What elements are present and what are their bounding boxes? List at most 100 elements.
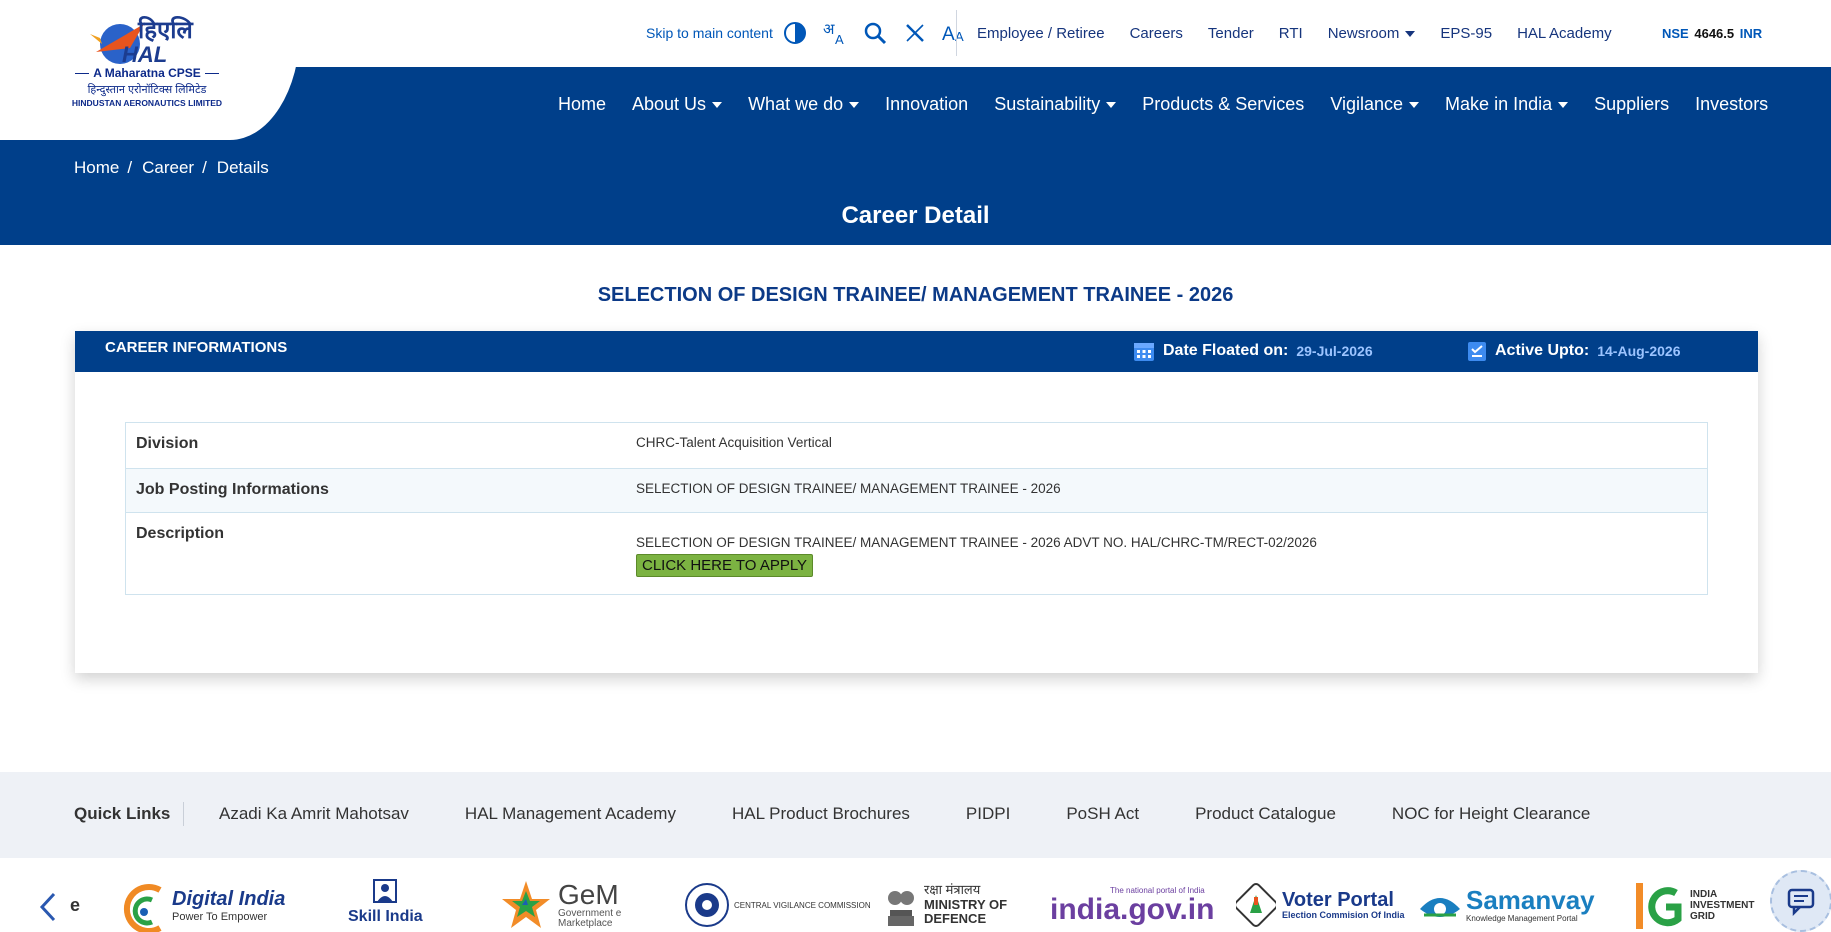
skill-india-emblem-icon — [373, 879, 398, 903]
cvc-logo[interactable]: CENTRAL VIGILANCE COMMISSION — [684, 878, 871, 932]
stock-exchange: NSE — [1662, 25, 1689, 41]
mod-logo[interactable]: रक्षा मंत्रालय MINISTRY OF DEFENCE — [884, 878, 1024, 932]
chevron-down-icon — [712, 101, 723, 108]
iig-mark-icon — [1636, 883, 1682, 929]
search-icon[interactable] — [862, 20, 888, 46]
quick-links-list: Azadi Ka Amrit Mahotsav HAL Management A… — [219, 804, 1590, 824]
main-navigation: Home About Us What we do Innovation Sust… — [558, 90, 1768, 118]
mod-name: MINISTRY OF DEFENCE — [924, 896, 1008, 927]
nav-what-we-do[interactable]: What we do — [748, 93, 860, 115]
job-posting-label: Job Posting Informations — [136, 481, 329, 498]
digital-india-logo[interactable]: Digital India Power To Empower — [120, 878, 285, 932]
gem-name: GeM — [558, 879, 619, 910]
samanvay-eye-icon — [1420, 898, 1460, 917]
table-row: Division CHRC-Talent Acquisition Vertica… — [126, 423, 1707, 468]
samanvay-text: Samanvay Knowledge Management Portal — [1466, 886, 1595, 923]
svg-text:A: A — [835, 32, 844, 46]
digital-india-name: Digital India — [172, 887, 286, 910]
nav-investors[interactable]: Investors — [1695, 94, 1768, 115]
nav-innovation[interactable]: Innovation — [885, 94, 968, 115]
quick-links-label: Quick Links — [74, 804, 171, 823]
active-upto-value: 14-Aug-2026 — [1597, 343, 1681, 359]
date-floated: Date Floated on: 29-Jul-2026 — [1133, 340, 1373, 362]
x-twitter-icon[interactable] — [902, 20, 928, 46]
contrast-icon[interactable] — [782, 20, 808, 46]
mod-text: रक्षा मंत्रालय MINISTRY OF DEFENCE — [924, 881, 1024, 928]
cvc-emblem-icon — [685, 883, 729, 927]
chevron-down-icon — [1405, 30, 1416, 37]
quick-link-posh-act[interactable]: PoSH Act — [1066, 804, 1139, 824]
nav-suppliers[interactable]: Suppliers — [1594, 94, 1669, 115]
logo-tagline: A Maharatna CPSE — [70, 66, 224, 80]
skill-india-logo[interactable]: Skill India — [348, 878, 423, 932]
quick-link-product-catalogue[interactable]: Product Catalogue — [1195, 804, 1336, 824]
nav-products-services[interactable]: Products & Services — [1142, 94, 1304, 115]
nav-sustainability[interactable]: Sustainability — [994, 94, 1117, 115]
career-info-card: CAREER INFORMATIONS Date Floated on: 29-… — [75, 331, 1758, 673]
hal-logo[interactable]: हिएलि HAL A Maharatna CPSE हिन्दुस्तान ए… — [70, 14, 230, 110]
samanvay-sub: Knowledge Management Portal — [1466, 913, 1578, 923]
top-link-eps-95[interactable]: EPS-95 — [1440, 25, 1492, 42]
breadcrumb-career[interactable]: Career — [142, 158, 194, 178]
division-label: Division — [136, 435, 199, 452]
india-gov-logo[interactable]: The national portal of India india.gov.i… — [1050, 878, 1214, 932]
voter-sub: Election Commision Of India — [1282, 910, 1405, 921]
svg-text:A: A — [942, 24, 955, 45]
gem-logo[interactable]: GeM Government e Marketplace — [500, 878, 638, 932]
job-heading: SELECTION OF DESIGN TRAINEE/ MANAGEMENT … — [597, 284, 1234, 306]
india-investment-grid-logo[interactable]: INDIA INVESTMENT GRID — [1632, 878, 1760, 932]
quick-links-bar: Quick Links Azadi Ka Amrit Mahotsav HAL … — [0, 772, 1831, 858]
stock-currency: INR — [1739, 25, 1763, 41]
breadcrumb: Home / Career / Details — [74, 158, 269, 178]
top-link-rti[interactable]: RTI — [1279, 25, 1303, 42]
breadcrumb-separator: / — [127, 158, 133, 177]
breadcrumb-separator: / — [202, 158, 207, 177]
digital-india-text: Digital India Power To Empower — [172, 888, 285, 923]
nav-vigilance[interactable]: Vigilance — [1330, 93, 1420, 115]
breadcrumb-home[interactable]: Home — [74, 158, 119, 178]
nav-what-we-do-label: What we do — [748, 93, 844, 114]
voter-name: Voter Portal — [1282, 889, 1394, 912]
card-header: CAREER INFORMATIONS Date Floated on: 29-… — [75, 331, 1758, 372]
gem-text: GeM Government e Marketplace — [558, 881, 638, 929]
language-icon[interactable]: अA — [822, 20, 848, 46]
voter-text: Voter Portal Election Commision Of India — [1282, 889, 1405, 921]
logo-hindi-name: हिन्दुस्तान एरोनॉटिक्स लिमिटेड — [87, 84, 207, 96]
chevron-down-icon — [1106, 101, 1117, 108]
skip-to-content-link[interactable]: Skip to main content — [646, 18, 773, 48]
voter-portal-logo[interactable]: Voter Portal Election Commision Of India — [1236, 878, 1405, 932]
apply-button[interactable]: CLICK HERE TO APPLY — [636, 554, 814, 577]
chat-icon — [1787, 888, 1815, 916]
samanvay-logo[interactable]: Samanvay Knowledge Management Portal — [1418, 878, 1595, 932]
table-row: Job Posting Informations SELECTION OF DE… — [126, 468, 1707, 512]
quick-link-management-academy[interactable]: HAL Management Academy — [465, 804, 676, 824]
nav-home[interactable]: Home — [558, 94, 606, 115]
chevron-down-icon — [1558, 101, 1569, 108]
date-floated-label: Date Floated on: — [1163, 342, 1289, 359]
quick-link-product-brochures[interactable]: HAL Product Brochures — [732, 804, 910, 824]
quick-link-noc-height-clearance[interactable]: NOC for Height Clearance — [1392, 804, 1590, 824]
active-upto-label: Active Upto: — [1495, 342, 1590, 359]
partial-logo: e — [70, 878, 80, 932]
nav-vigilance-label: Vigilance — [1330, 93, 1404, 114]
chatbot-button[interactable] — [1770, 870, 1831, 932]
quick-link-azadi[interactable]: Azadi Ka Amrit Mahotsav — [219, 804, 409, 824]
svg-text:HAL: HAL — [122, 42, 167, 67]
top-link-tender[interactable]: Tender — [1208, 25, 1254, 42]
date-floated-value: 29-Jul-2026 — [1296, 343, 1373, 359]
nav-make-in-india-label: Make in India — [1445, 93, 1553, 114]
top-link-careers[interactable]: Careers — [1130, 25, 1183, 42]
top-link-employee-retiree[interactable]: Employee / Retiree — [977, 25, 1105, 42]
skill-india-name: Skill India — [348, 908, 423, 925]
chevron-left-icon[interactable] — [36, 892, 62, 922]
font-size-icon[interactable]: AA — [942, 20, 968, 46]
top-links: Employee / Retiree Careers Tender RTI Ne… — [977, 18, 1612, 48]
top-link-newsroom[interactable]: Newsroom — [1328, 25, 1416, 42]
top-link-hal-academy[interactable]: HAL Academy — [1517, 25, 1612, 42]
digital-india-sub: Power To Empower — [172, 910, 268, 923]
mod-sub: रक्षा मंत्रालय — [924, 881, 981, 897]
nav-make-in-india[interactable]: Make in India — [1445, 93, 1569, 115]
nav-about-us[interactable]: About Us — [632, 94, 723, 115]
breadcrumb-details: Details — [216, 158, 269, 177]
quick-link-pidpi[interactable]: PIDPI — [966, 804, 1010, 824]
